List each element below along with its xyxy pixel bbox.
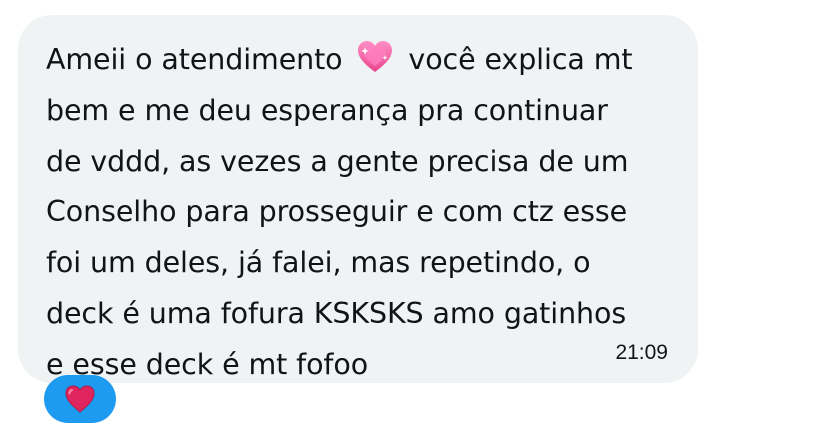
red-heart-icon xyxy=(65,385,95,413)
message-timestamp: 21:09 xyxy=(615,341,668,364)
message-text-rest: você explica mt bem e me deu esperança p… xyxy=(46,43,633,381)
message-bubble[interactable]: Ameii o atendimento você explica mt bem … xyxy=(18,15,698,383)
message-text-start: Ameii o atendimento xyxy=(46,43,352,76)
message-text: Ameii o atendimento você explica mt bem … xyxy=(46,35,676,391)
reaction-button[interactable] xyxy=(44,375,116,423)
sparkling-heart-icon xyxy=(355,39,395,75)
